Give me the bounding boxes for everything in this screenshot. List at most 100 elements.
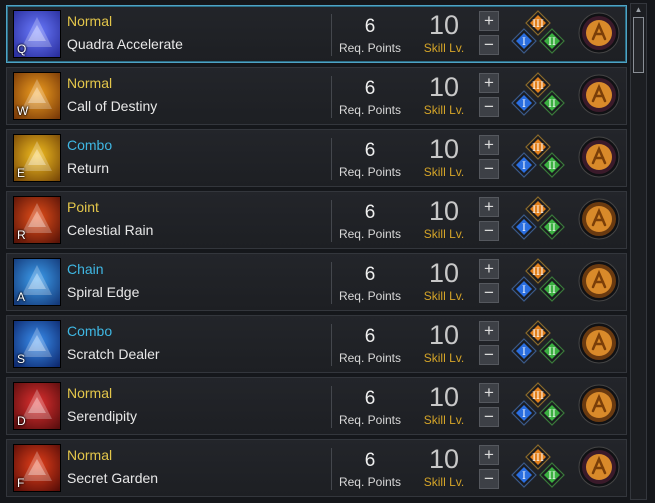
tripod-selector[interactable]: III I II — [507, 133, 569, 185]
tripod-tier-2-icon[interactable]: II — [539, 400, 565, 426]
rune-slot-icon[interactable] — [577, 383, 621, 427]
tripod-tier-1-icon[interactable]: I — [511, 28, 537, 54]
tripod-tier-2-icon[interactable]: II — [539, 338, 565, 364]
rune-slot-icon[interactable] — [577, 135, 621, 179]
rune-slot-icon[interactable] — [577, 259, 621, 303]
hotkey-label: A — [17, 290, 26, 304]
level-up-button[interactable]: + — [479, 135, 499, 155]
skill-level-value: 10 — [428, 10, 460, 40]
tripod-tier-1-numeral: I — [522, 223, 526, 234]
scroll-thumb[interactable] — [633, 17, 644, 73]
skill-name: Return — [67, 160, 110, 176]
tripod-tier-3-numeral: III — [532, 453, 544, 464]
scroll-up-arrow-icon[interactable]: ▲ — [632, 5, 645, 15]
level-down-button[interactable]: − — [479, 221, 499, 241]
req-points-value: 6 — [364, 140, 376, 161]
rune-slot-icon[interactable] — [577, 11, 621, 55]
spiral-edge-icon[interactable]: A — [13, 258, 61, 306]
tripod-tier-3-icon[interactable]: III — [525, 196, 551, 222]
rune-slot-icon[interactable] — [577, 197, 621, 241]
level-down-button[interactable]: − — [479, 469, 499, 489]
level-down-button[interactable]: − — [479, 345, 499, 365]
skill-row-return[interactable]: E Combo Return 6 Req. Points 10 Skill Lv… — [6, 129, 627, 187]
level-up-button[interactable]: + — [479, 321, 499, 341]
tripod-tier-1-numeral: I — [522, 471, 526, 482]
level-up-button[interactable]: + — [479, 259, 499, 279]
tripod-tier-2-icon[interactable]: II — [539, 152, 565, 178]
level-up-button[interactable]: + — [479, 11, 499, 31]
level-down-button[interactable]: − — [479, 35, 499, 55]
tripod-tier-2-icon[interactable]: II — [539, 276, 565, 302]
tripod-tier-2-icon[interactable]: II — [539, 462, 565, 488]
celestial-rain-icon[interactable]: R — [13, 196, 61, 244]
tripod-tier-3-icon[interactable]: III — [525, 444, 551, 470]
tripod-selector[interactable]: III I II — [507, 195, 569, 247]
level-down-button[interactable]: − — [479, 407, 499, 427]
tripod-tier-1-icon[interactable]: I — [511, 400, 537, 426]
skill-level-value: 10 — [428, 196, 460, 226]
skill-row-call-of-destiny[interactable]: W Normal Call of Destiny 6 Req. Points 1… — [6, 67, 627, 125]
skill-name: Scratch Dealer — [67, 346, 160, 362]
tripod-selector[interactable]: III I II — [507, 381, 569, 433]
serendipity-icon[interactable]: D — [13, 382, 61, 430]
level-up-button[interactable]: + — [479, 197, 499, 217]
tripod-selector[interactable]: III I II — [507, 257, 569, 309]
level-up-button[interactable]: + — [479, 383, 499, 403]
tripod-selector[interactable]: III I II — [507, 71, 569, 123]
tripod-tier-1-icon[interactable]: I — [511, 338, 537, 364]
skill-row-celestial-rain[interactable]: R Point Celestial Rain 6 Req. Points 10 … — [6, 191, 627, 249]
scrollbar[interactable]: ▲ — [630, 3, 647, 500]
skill-level-label: Skill Lv. — [423, 103, 465, 117]
skill-type: Chain — [67, 261, 104, 277]
skill-row-quadra-accelerate[interactable]: Q Normal Quadra Accelerate 6 Req. Points… — [6, 5, 627, 63]
tripod-tier-3-numeral: III — [532, 267, 544, 278]
skill-level-label: Skill Lv. — [423, 41, 465, 55]
level-down-button[interactable]: − — [479, 97, 499, 117]
skill-row-scratch-dealer[interactable]: S Combo Scratch Dealer 6 Req. Points 10 … — [6, 315, 627, 373]
tripod-tier-1-icon[interactable]: I — [511, 462, 537, 488]
tripod-tier-1-icon[interactable]: I — [511, 214, 537, 240]
scratch-dealer-icon[interactable]: S — [13, 320, 61, 368]
secret-garden-icon[interactable]: F — [13, 444, 61, 492]
tripod-selector[interactable]: III I II — [507, 9, 569, 61]
tripod-tier-2-icon[interactable]: II — [539, 28, 565, 54]
tripod-tier-1-icon[interactable]: I — [511, 276, 537, 302]
divider — [331, 138, 332, 180]
tripod-tier-3-icon[interactable]: III — [525, 320, 551, 346]
divider — [331, 76, 332, 118]
level-down-button[interactable]: − — [479, 283, 499, 303]
skill-type: Normal — [67, 385, 113, 401]
rune-slot-icon[interactable] — [577, 73, 621, 117]
skill-row-serendipity[interactable]: D Normal Serendipity 6 Req. Points 10 Sk… — [6, 377, 627, 435]
skill-type: Normal — [67, 13, 113, 29]
return-icon[interactable]: E — [13, 134, 61, 182]
call-of-destiny-icon[interactable]: W — [13, 72, 61, 120]
tripod-tier-3-icon[interactable]: III — [525, 382, 551, 408]
req-points-label: Req. Points — [338, 165, 402, 179]
req-points-label: Req. Points — [338, 103, 402, 117]
tripod-tier-3-icon[interactable]: III — [525, 10, 551, 36]
tripod-selector[interactable]: III I II — [507, 319, 569, 371]
skill-row-spiral-edge[interactable]: A Chain Spiral Edge 6 Req. Points 10 Ski… — [6, 253, 627, 311]
level-up-button[interactable]: + — [479, 73, 499, 93]
tripod-tier-2-icon[interactable]: II — [539, 214, 565, 240]
tripod-tier-3-icon[interactable]: III — [525, 258, 551, 284]
quadra-accelerate-icon[interactable]: Q — [13, 10, 61, 58]
tripod-tier-1-icon[interactable]: I — [511, 152, 537, 178]
tripod-tier-1-numeral: I — [522, 99, 526, 110]
skill-level-value: 10 — [428, 320, 460, 350]
skill-row-secret-garden[interactable]: F Normal Secret Garden 6 Req. Points 10 … — [6, 439, 627, 497]
rune-slot-icon[interactable] — [577, 321, 621, 365]
level-up-button[interactable]: + — [479, 445, 499, 465]
tripod-tier-3-icon[interactable]: III — [525, 72, 551, 98]
tripod-selector[interactable]: III I II — [507, 443, 569, 495]
level-down-button[interactable]: − — [479, 159, 499, 179]
req-points-value: 6 — [364, 388, 376, 409]
rune-slot-icon[interactable] — [577, 445, 621, 489]
tripod-tier-3-icon[interactable]: III — [525, 134, 551, 160]
req-points-label: Req. Points — [338, 351, 402, 365]
tripod-tier-1-icon[interactable]: I — [511, 90, 537, 116]
tripod-tier-2-icon[interactable]: II — [539, 90, 565, 116]
skill-name: Serendipity — [67, 408, 138, 424]
req-points-label: Req. Points — [338, 413, 402, 427]
